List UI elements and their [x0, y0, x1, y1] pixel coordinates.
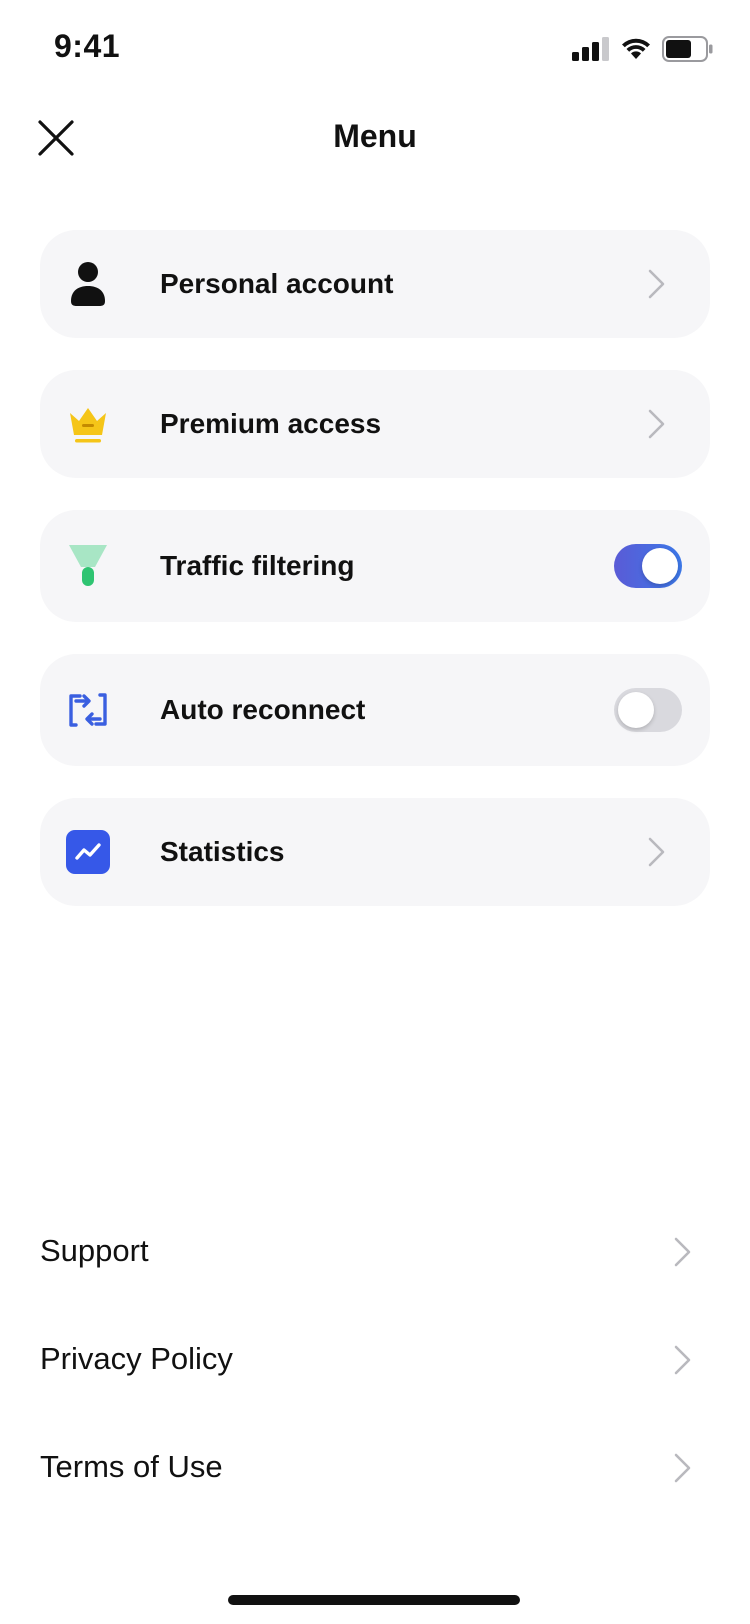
- status-time: 9:41: [54, 28, 121, 64]
- chevron-right-icon: [674, 1345, 691, 1375]
- link-label: Privacy Policy: [40, 1341, 233, 1376]
- toggle-knob: [642, 548, 678, 584]
- menu-item-label: Premium access: [160, 408, 382, 439]
- person-icon: [66, 262, 110, 306]
- chevron-right-icon: [674, 1453, 691, 1483]
- home-indicator[interactable]: [228, 1595, 520, 1605]
- link-terms-of-use[interactable]: Terms of Use: [40, 1449, 710, 1557]
- menu-list: Personal account Premium access Traffic …: [40, 230, 710, 938]
- chevron-right-icon: [648, 409, 665, 439]
- cellular-signal-icon: [572, 37, 609, 61]
- menu-item-auto-reconnect: Auto reconnect: [40, 654, 710, 766]
- menu-item-personal-account[interactable]: Personal account: [40, 230, 710, 338]
- status-bar: 9:41: [0, 0, 750, 96]
- menu-item-statistics[interactable]: Statistics: [40, 798, 710, 906]
- menu-item-label: Statistics: [160, 836, 285, 867]
- page-title: Menu: [333, 118, 417, 154]
- link-support[interactable]: Support: [40, 1233, 710, 1341]
- filter-funnel-icon: [66, 544, 110, 588]
- menu-item-label: Traffic filtering: [160, 550, 355, 581]
- battery-icon: [662, 36, 713, 62]
- chevron-right-icon: [674, 1237, 691, 1267]
- menu-item-label: Personal account: [160, 268, 394, 299]
- status-icons: [572, 36, 714, 62]
- menu-item-premium-access[interactable]: Premium access: [40, 370, 710, 478]
- toggle-knob: [618, 692, 654, 728]
- reconnect-arrows-icon: [66, 688, 110, 732]
- link-label: Support: [40, 1233, 149, 1268]
- crown-icon: [66, 402, 110, 446]
- footer-links: Support Privacy Policy Terms of Use: [40, 1233, 710, 1557]
- wifi-icon: [622, 38, 650, 59]
- link-label: Terms of Use: [40, 1449, 223, 1484]
- chevron-right-icon: [648, 837, 665, 867]
- chart-trend-icon: [66, 830, 110, 874]
- link-privacy-policy[interactable]: Privacy Policy: [40, 1341, 710, 1449]
- menu-item-label: Auto reconnect: [160, 694, 366, 725]
- header: Menu: [0, 96, 750, 186]
- auto-reconnect-toggle[interactable]: [614, 688, 682, 732]
- chevron-right-icon: [648, 269, 665, 299]
- traffic-filtering-toggle[interactable]: [614, 544, 682, 588]
- menu-item-traffic-filtering: Traffic filtering: [40, 510, 710, 622]
